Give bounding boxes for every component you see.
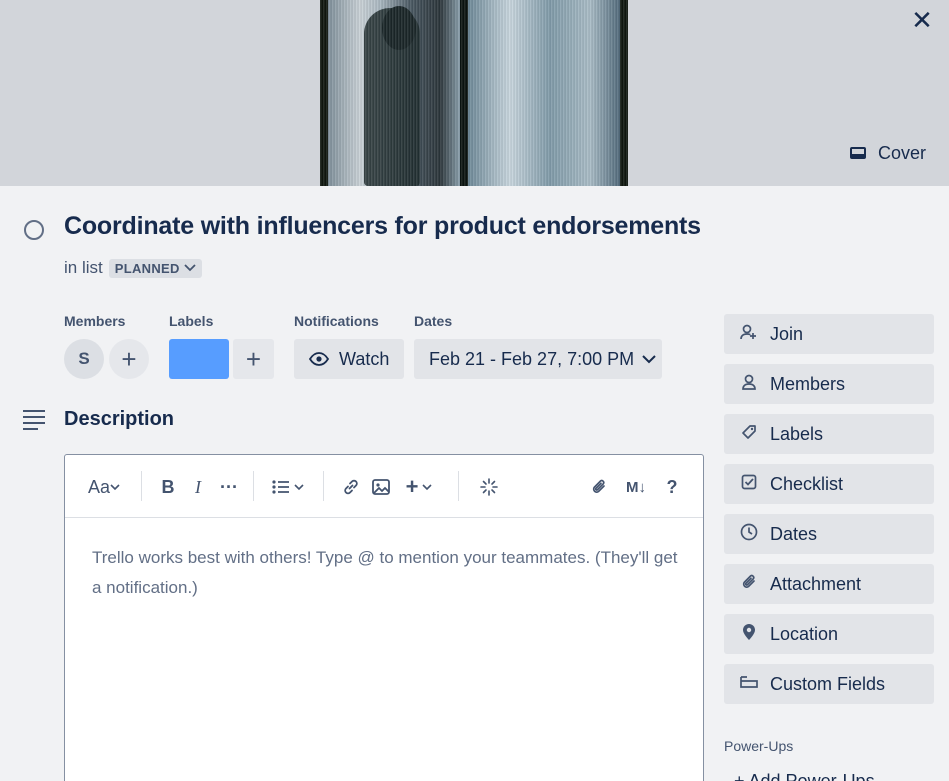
- chevron-down-icon: [184, 264, 196, 272]
- join-label: Join: [770, 323, 804, 344]
- description-placeholder[interactable]: Trello works best with others! Type @ to…: [92, 543, 682, 603]
- editor-toolbar: Aa B I ··· + M↓ ?: [65, 455, 703, 518]
- chevron-down-icon: [294, 483, 304, 490]
- more-formatting-button[interactable]: ···: [215, 473, 243, 501]
- complete-circle-icon[interactable]: [24, 220, 44, 240]
- add-powerups-button[interactable]: + Add Power-Ups: [734, 771, 875, 781]
- eye-icon: [309, 352, 329, 366]
- checkbox-icon: [740, 474, 758, 495]
- members-button[interactable]: Members: [724, 364, 934, 404]
- help-button[interactable]: ?: [659, 473, 685, 501]
- description-title: Description: [64, 408, 175, 430]
- description-icon: [23, 410, 45, 434]
- checklist-button[interactable]: Checklist: [724, 464, 934, 504]
- link-button[interactable]: [337, 473, 365, 501]
- cover-button-label: Cover: [878, 142, 927, 163]
- watch-label: Watch: [339, 348, 390, 369]
- members-label: Members: [64, 313, 126, 329]
- attachment-side-label: Attachment: [770, 573, 862, 594]
- dates-side-label: Dates: [770, 523, 818, 544]
- card-title[interactable]: Coordinate with influencers for product …: [64, 212, 701, 241]
- image-button[interactable]: [367, 473, 395, 501]
- list-button[interactable]: [267, 473, 309, 501]
- list-badge[interactable]: PLANNED: [108, 258, 202, 278]
- markdown-button[interactable]: M↓: [621, 473, 651, 501]
- attachment-button[interactable]: [585, 473, 613, 501]
- dates-value: Feb 21 - Feb 27, 7:00 PM: [429, 348, 635, 369]
- labels-button-label: Labels: [770, 423, 824, 444]
- ai-sparkle-button[interactable]: [475, 473, 503, 501]
- bullet-list-icon: [272, 480, 289, 494]
- labels-label: Labels: [169, 313, 214, 329]
- labels-button[interactable]: Labels: [724, 414, 934, 454]
- chevron-down-icon: [642, 354, 656, 363]
- location-label: Location: [770, 623, 839, 644]
- sparkle-icon: [480, 478, 498, 496]
- insert-button[interactable]: +: [399, 473, 439, 501]
- members-button-label: Members: [770, 373, 846, 394]
- chevron-down-icon: [110, 483, 120, 490]
- checklist-label: Checklist: [770, 473, 844, 494]
- person-icon: [740, 374, 758, 395]
- label-chip-blue[interactable]: [169, 339, 229, 379]
- powerups-label: Power-Ups: [724, 738, 794, 754]
- clock-icon: [740, 523, 758, 546]
- link-icon: [344, 479, 358, 495]
- in-list-prefix: in list: [64, 258, 103, 277]
- attachment-side-button[interactable]: Attachment: [724, 564, 934, 604]
- dates-button[interactable]: Feb 21 - Feb 27, 7:00 PM: [414, 339, 662, 379]
- cover-icon: [850, 147, 866, 159]
- paperclip-icon: [592, 479, 605, 493]
- pin-icon: [740, 623, 758, 646]
- image-icon: [372, 479, 390, 495]
- dates-side-button[interactable]: Dates: [724, 514, 934, 554]
- card-title-row: Coordinate with influencers for product …: [0, 206, 949, 250]
- bold-button[interactable]: B: [155, 473, 181, 501]
- paperclip-icon: [740, 573, 758, 596]
- add-person-icon: [740, 324, 758, 345]
- custom-fields-label: Custom Fields: [770, 673, 886, 694]
- chevron-down-icon: [422, 483, 432, 490]
- close-icon[interactable]: ✕: [904, 2, 940, 38]
- join-button[interactable]: Join: [724, 314, 934, 354]
- watch-button[interactable]: Watch: [294, 339, 404, 379]
- card-cover: ✕ Cover: [0, 0, 949, 186]
- in-list: in list PLANNED: [64, 258, 202, 278]
- text-style-label: Aa: [87, 476, 111, 497]
- add-member-button[interactable]: +: [109, 339, 149, 379]
- add-label-button[interactable]: +: [233, 339, 274, 379]
- cover-button[interactable]: Cover: [838, 136, 938, 170]
- description-editor[interactable]: Aa B I ··· + M↓ ? Trello works best with…: [64, 454, 704, 781]
- custom-fields-icon: [740, 675, 758, 693]
- location-button[interactable]: Location: [724, 614, 934, 654]
- tag-icon: [740, 424, 758, 445]
- plus-icon: +: [405, 474, 419, 499]
- cover-image: [320, 0, 628, 186]
- avatar[interactable]: S: [64, 339, 104, 379]
- text-style-button[interactable]: Aa: [83, 473, 125, 501]
- notifications-label: Notifications: [294, 313, 379, 329]
- italic-button[interactable]: I: [185, 473, 211, 501]
- dates-label: Dates: [414, 313, 453, 329]
- list-name: PLANNED: [114, 260, 180, 276]
- custom-fields-button[interactable]: Custom Fields: [724, 664, 934, 704]
